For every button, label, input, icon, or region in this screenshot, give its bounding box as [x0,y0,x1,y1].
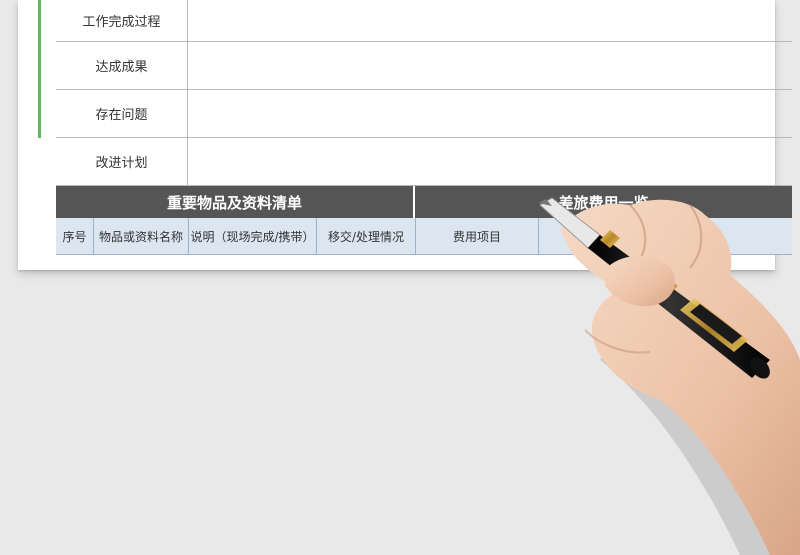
row-value-cell[interactable] [188,0,792,41]
travel-expense-header: 差旅费用一览 [558,193,649,212]
items-list-header: 重要物品及资料清单 [56,186,415,218]
col-header-amount [539,218,792,254]
section-header-row: 重要物品及资料清单 差旅费用一览 [56,186,792,218]
row-value-cell[interactable] [188,90,792,137]
row-label: 工作完成过程 [56,0,188,41]
row-label: 存在问题 [56,90,188,137]
accent-bar [38,0,41,138]
col-header-desc: 说明（现场完成/携带） [189,218,317,254]
col-header-item-name: 物品或资料名称 [94,218,189,254]
report-sheet: 工作完成过程 达成成果 存在问题 改进计划 重要物品及资料清单 差旅费用一览 序… [18,0,792,270]
row-label: 达成成果 [56,42,188,89]
form-row-issues: 存在问题 [56,90,792,138]
col-header-seq: 序号 [56,218,94,254]
row-label: 改进计划 [56,138,188,185]
row-value-cell[interactable] [188,138,792,185]
form-row-process: 工作完成过程 [56,0,792,42]
col-header-handover: 移交/处理情况 [317,218,416,254]
form-row-results: 达成成果 [56,42,792,90]
column-header-row: 序号 物品或资料名称 说明（现场完成/携带） 移交/处理情况 费用项目 [56,218,792,255]
row-value-cell[interactable] [188,42,792,89]
col-header-expense-item: 费用项目 [416,218,539,254]
form-row-plan: 改进计划 [56,138,792,186]
